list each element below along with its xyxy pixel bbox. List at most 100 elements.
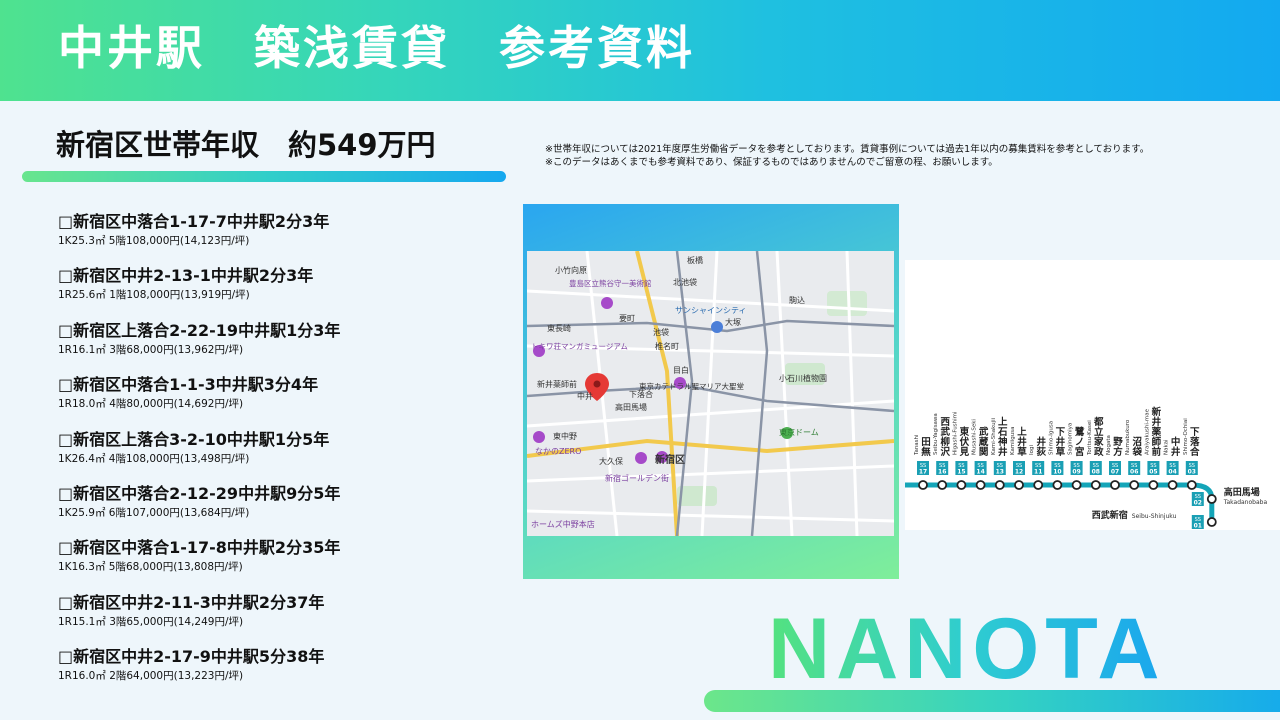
station-marker: [1071, 480, 1082, 490]
station-marker: [1110, 480, 1120, 490]
map-label: 要町: [619, 314, 635, 323]
station-name-en: Takadanobaba: [1223, 499, 1268, 506]
station-name-char: 草: [1017, 446, 1027, 458]
listing-detail: 1K16.3㎡ 5階68,000円(13,808円/坪): [58, 561, 243, 574]
station-badge-number: 16: [938, 469, 946, 476]
map-label: トキワ荘マンガミュージアム: [531, 341, 628, 351]
museum-icon: [601, 297, 613, 309]
map-label: 目白: [673, 365, 689, 375]
map-label: 中井: [577, 391, 593, 401]
listing-title: □新宿区上落合3-2-10中井駅1分5年: [58, 429, 330, 449]
rail-line-graphic: SS17田無TanashiSS16西武柳沢Seibu-YagisawaSS15東…: [905, 406, 1268, 530]
station-badge-number: 09: [1072, 469, 1080, 476]
map-label: なかのZERO: [535, 447, 581, 456]
station-name-char: 井: [1171, 446, 1181, 458]
mall-icon: [711, 321, 723, 333]
listing-title: □新宿区中井2-13-1中井駅2分3年: [58, 266, 314, 286]
station-name-en: Nakai: [1164, 439, 1170, 455]
station-marker: [1167, 480, 1178, 490]
rental-listings: □新宿区中落合1-17-7中井駅2分3年 1K25.3㎡ 5階108,000円(…: [58, 211, 498, 701]
map-label: 東京ドーム: [779, 427, 819, 437]
station-name-char: 合: [1190, 446, 1200, 458]
listing-detail: 1K25.3㎡ 5階108,000円(14,123円/坪): [58, 235, 250, 247]
station-badge-number: 08: [1092, 469, 1100, 476]
note-line: ※世帯年収については2021年度厚生労働省データを参考としております。賃貸事例に…: [545, 144, 1150, 155]
station-name-ja: 高田馬場: [1224, 486, 1260, 498]
logo-graphic: NANOTA: [768, 601, 1165, 697]
map-label: 北池袋: [673, 277, 697, 287]
map-label: ホームズ中野本店: [531, 519, 595, 529]
listing-detail: 1R25.6㎡ 1階108,000円(13,919円/坪): [58, 289, 250, 302]
station-name-en: Shimo-Ochiai: [1183, 418, 1189, 455]
note-line: ※このデータはあくまでも参考資料であり、保証するものではありませんのでご留意の程…: [545, 157, 998, 168]
station-name-ja: 西武新宿: [1092, 509, 1128, 521]
station-marker: [918, 480, 928, 490]
listing-detail: 1K26.4㎡ 4階108,000円(13,498円/坪): [58, 452, 250, 465]
map-graphic: 小竹向原 豊島区立熊谷守一美術館 東長崎 トキワ荘マンガミュージアム 新井薬師前…: [527, 251, 894, 536]
station-name-char: 井: [998, 446, 1008, 458]
household-income-heading: 新宿区世帯年収 約549万円: [56, 128, 436, 162]
list-item: □新宿区中井2-17-9中井駅5分38年 1R16.0㎡ 2階64,000円(1…: [58, 646, 498, 700]
station-badge-number: 02: [1194, 500, 1202, 507]
station-badge-number: 07: [1111, 469, 1119, 476]
page-title: 中井駅 築浅賃貸 参考資料: [58, 21, 695, 75]
listing-detail: 1R16.0㎡ 2階64,000円(13,223円/坪): [58, 670, 244, 683]
list-item: □新宿区中落合2-12-29中井駅9分5年 1K25.9㎡ 6階107,000円…: [58, 483, 498, 537]
station-name-char: 関: [979, 447, 989, 458]
station-marker: [994, 480, 1005, 490]
station-badge-number: 03: [1188, 469, 1196, 476]
map-label: 大久保: [599, 456, 623, 466]
header-banner: 中井駅 築浅賃貸 参考資料: [0, 0, 1280, 101]
station-name-char: 荻: [1036, 446, 1046, 458]
map-label: 大塚: [725, 317, 741, 327]
station-badge-number: 14: [976, 469, 984, 476]
listing-title: □新宿区中落合2-12-29中井駅9分5年: [58, 483, 341, 503]
listing-title: □新宿区中井2-17-9中井駅5分38年: [58, 647, 325, 667]
station-name-en: Shimo-Igusa: [1048, 421, 1054, 455]
station-badge-number: 11: [1034, 469, 1042, 476]
listing-detail: 1R18.0㎡ 4階80,000円(14,692円/坪): [58, 398, 244, 411]
station-marker: [1090, 480, 1101, 490]
map-label: 高田馬場: [615, 402, 647, 412]
station-badge-number: 15: [957, 469, 965, 476]
bar-district-icon: [635, 452, 647, 464]
logo-text: NANOTA: [768, 606, 1165, 686]
station-badge-number: 01: [1194, 523, 1202, 530]
station-name-char: 宮: [1075, 446, 1085, 458]
list-item: □新宿区中落合1-17-7中井駅2分3年 1K25.3㎡ 5階108,000円(…: [58, 211, 498, 265]
listing-detail: 1R16.1㎡ 3階68,000円(13,962円/坪): [58, 343, 244, 356]
listing-title: □新宿区中落合1-17-8中井駅2分35年: [58, 538, 341, 558]
station-name-char: 方: [1113, 446, 1123, 458]
station-marker: [1148, 480, 1159, 490]
station-marker: [975, 480, 986, 490]
station-badge-number: 05: [1149, 469, 1157, 476]
map-label: 新宿ゴールデン街: [605, 473, 669, 483]
station-name-char: 無: [921, 446, 931, 458]
station-name-en: Tanashi: [914, 434, 920, 456]
listing-title: □新宿区中落合1-1-3中井駅3分4年: [58, 375, 319, 395]
station-name-en: Kamiigusa: [1010, 426, 1016, 455]
seibu-shinjuku-line-map: SS 17 田無 Tanashi SS 16 西武柳沢 Seibu-Yagisawa SS 15 東…: [905, 260, 1280, 530]
station-name-char: 草: [1056, 446, 1066, 458]
list-item: □新宿区中落合1-1-3中井駅3分4年 1R18.0㎡ 4階80,000円(14…: [58, 374, 498, 428]
area-map: 小竹向原 豊島区立熊谷守一美術館 東長崎 トキワ荘マンガミュージアム 新井薬師前…: [527, 251, 894, 536]
station-name-char: 前: [1152, 446, 1162, 458]
station-name-en: Seibu-Yagisawa: [933, 413, 939, 455]
station-name-en: Saginomiya: [1068, 423, 1074, 455]
map-label: 駒込: [789, 295, 805, 305]
station-marker: [1014, 480, 1024, 490]
listing-title: □新宿区中落合1-17-7中井駅2分3年: [58, 212, 330, 231]
station-badge-number: 17: [919, 469, 927, 476]
station-marker: [1052, 480, 1063, 490]
station-name-char: 政: [1094, 446, 1104, 458]
map-label: 椎名町: [655, 341, 679, 351]
listing-title: □新宿区中井2-11-3中井駅2分37年: [58, 592, 325, 612]
list-item: □新宿区上落合2-22-19中井駅1分3年 1R16.1㎡ 3階68,000円(…: [58, 320, 498, 374]
list-item: □新宿区中井2-13-1中井駅2分3年 1R25.6㎡ 1階108,000円(1…: [58, 265, 498, 319]
station-name-en: Seibu-Shinjuku: [1132, 513, 1177, 520]
station-name-en: Araiyakushi-mae: [1144, 408, 1150, 455]
station-badge-number: 10: [1053, 469, 1061, 476]
map-label: 東京カテドラル聖マリア大聖堂: [639, 381, 744, 391]
station-badge-number: 04: [1168, 469, 1176, 476]
list-item: □新宿区中井2-11-3中井駅2分37年 1R15.1㎡ 3階65,000円(1…: [58, 592, 498, 646]
